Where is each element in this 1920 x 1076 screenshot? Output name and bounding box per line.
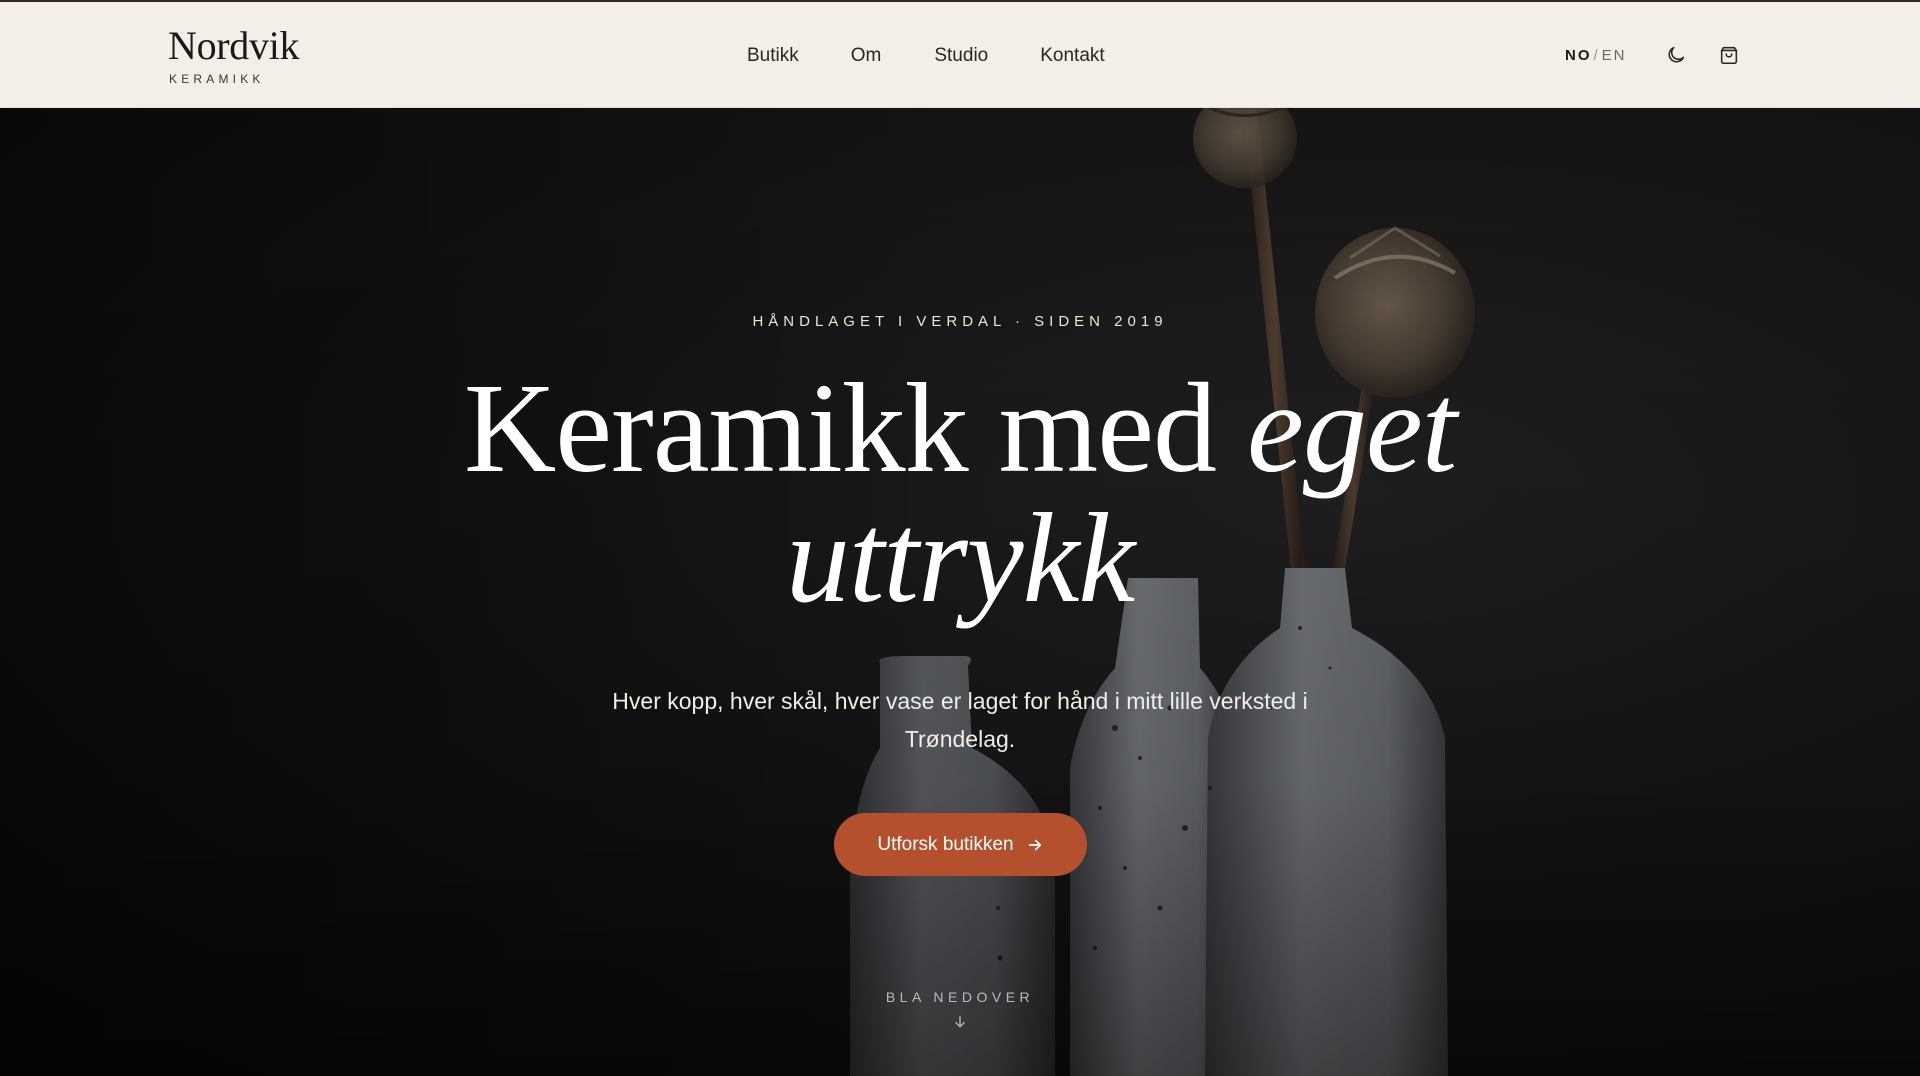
scroll-label: BLA NEDOVER <box>885 989 1035 1005</box>
hero-lead: Hver kopp, hver skål, hver vase er laget… <box>612 688 1308 752</box>
theme-toggle-button[interactable] <box>1663 42 1689 68</box>
hero-section: HÅNDLAGET I VERDAL · SIDEN 2019 Keramikk… <box>0 108 1920 1076</box>
main-nav: Butikk Om Studio Kontakt <box>747 42 1105 70</box>
arrow-right-icon <box>1028 839 1041 850</box>
scroll-down-hint[interactable]: BLA NEDOVER <box>0 988 1920 1030</box>
hero-headline: Keramikk med eget uttrykk <box>0 363 1920 623</box>
headline-line-1: Keramikk med eget <box>0 363 1920 493</box>
moon-icon <box>1668 46 1685 63</box>
headline-italic-text-2: uttrykk <box>785 487 1135 629</box>
nav-item-studio[interactable]: Studio <box>934 42 988 70</box>
hero-eyebrow: HÅNDLAGET I VERDAL · SIDEN 2019 <box>752 313 1168 330</box>
headline-regular-text: Keramikk med <box>463 357 1217 499</box>
headline-italic-text-1: eget <box>1247 357 1457 499</box>
arrow-down-icon <box>955 1016 965 1028</box>
nav-item-om[interactable]: Om <box>851 42 882 70</box>
cart-button[interactable] <box>1716 42 1742 68</box>
cta-label: Utforsk butikken <box>877 833 1014 855</box>
nav-item-butikk[interactable]: Butikk <box>747 42 799 70</box>
brand-logo[interactable]: Nordvik KERAMIKK <box>168 23 300 87</box>
nav-item-kontakt[interactable]: Kontakt <box>1040 42 1104 70</box>
language-switcher: NO / EN <box>1565 46 1627 66</box>
explore-shop-button[interactable]: Utforsk butikken <box>834 813 1087 876</box>
shopping-bag-icon <box>1720 46 1738 65</box>
headline-line-2: uttrykk <box>0 493 1920 623</box>
language-option-en[interactable]: EN <box>1602 47 1627 64</box>
brand-name: Nordvik <box>168 23 300 68</box>
site-header: Nordvik KERAMIKK Butikk Om Studio Kontak… <box>0 2 1920 108</box>
language-option-no[interactable]: NO <box>1565 47 1592 64</box>
language-separator: / <box>1593 47 1598 64</box>
brand-subtitle: KERAMIKK <box>169 72 265 86</box>
